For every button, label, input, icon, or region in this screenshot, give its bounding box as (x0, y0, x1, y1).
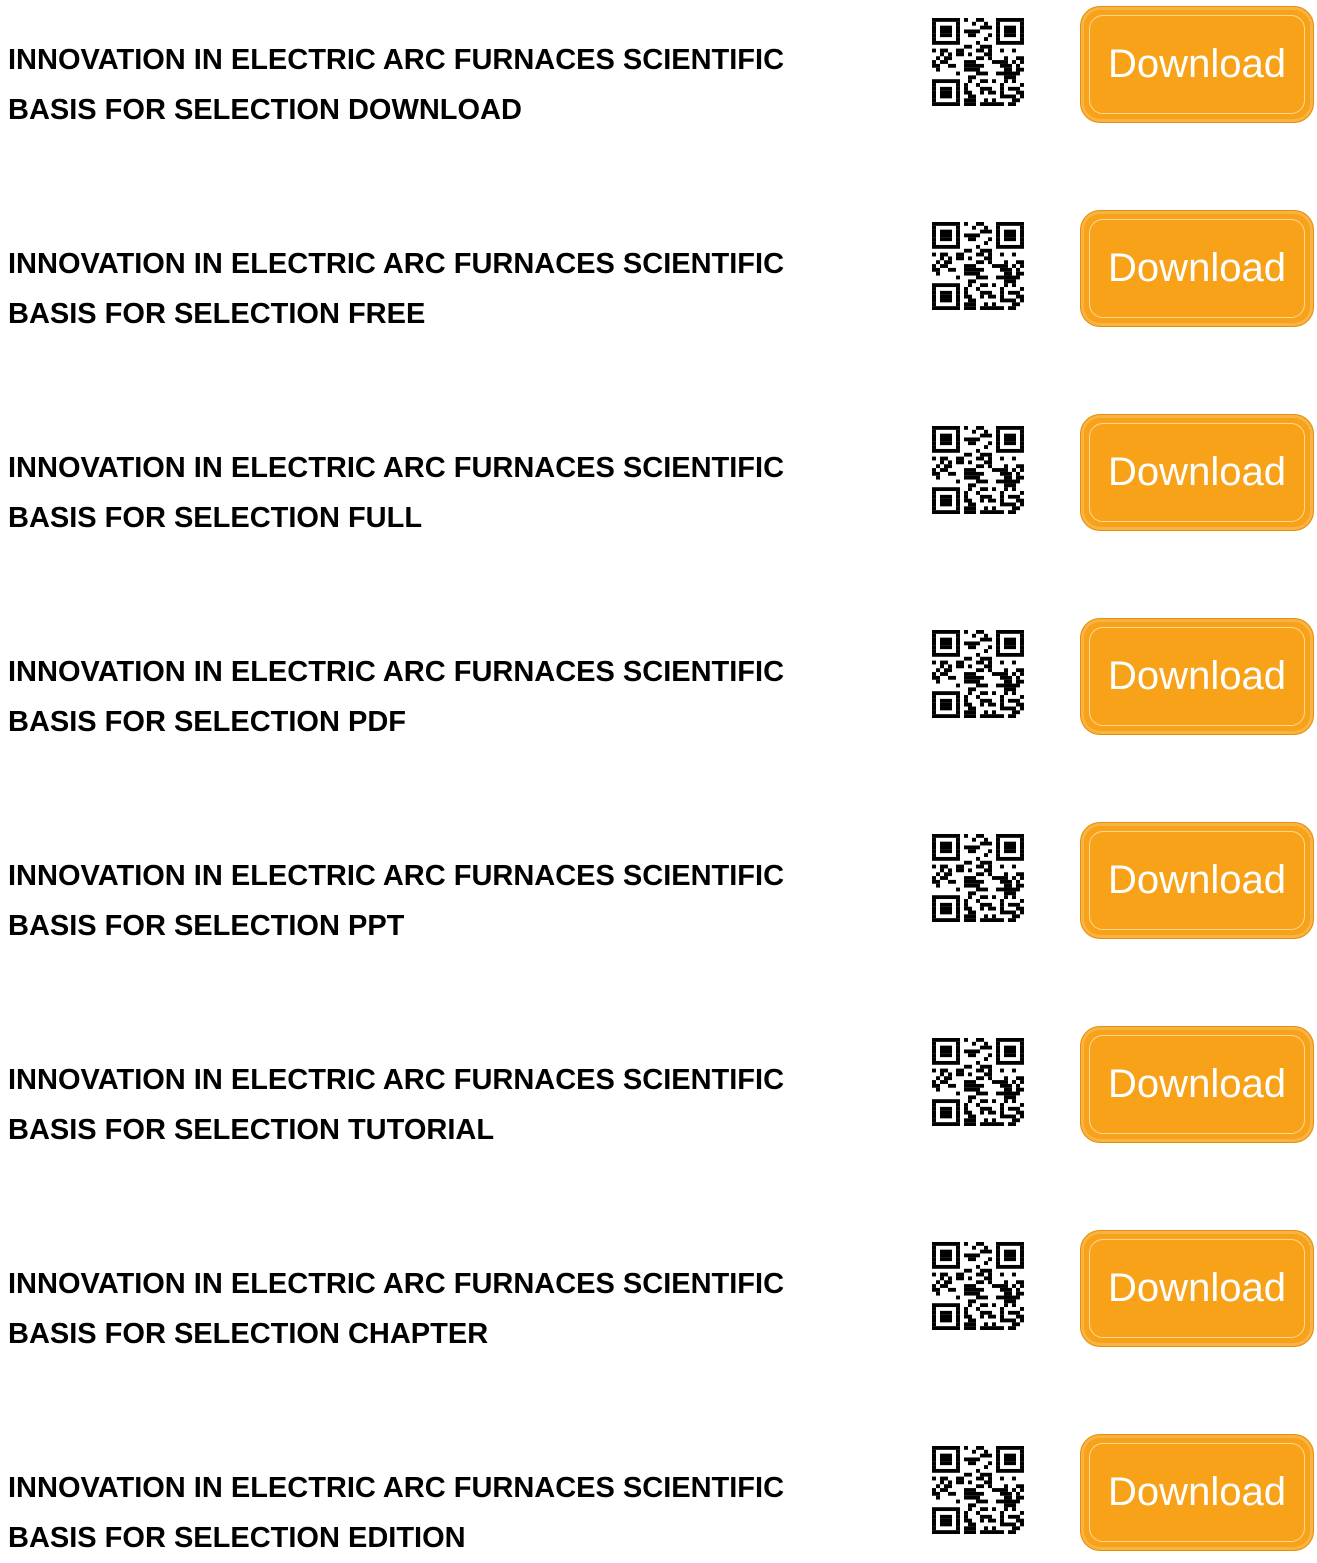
qr-code-icon (932, 222, 1024, 310)
download-button[interactable]: Download (1080, 1230, 1314, 1347)
item-title-line: BASIS FOR SELECTION TUTORIAL (8, 1114, 495, 1146)
item-title-line: BASIS FOR SELECTION FULL (8, 502, 423, 534)
item-title: INNOVATION IN ELECTRIC ARC FURNACES SCIE… (8, 239, 888, 339)
item-title-line: BASIS FOR SELECTION CHAPTER (8, 1318, 489, 1350)
item-title-line: BASIS FOR SELECTION PPT (8, 910, 405, 942)
qr-code-icon (932, 834, 1024, 922)
item-title-line: BASIS FOR SELECTION EDITION (8, 1522, 466, 1554)
list-item: INNOVATION IN ELECTRIC ARC FURNACES SCIE… (0, 0, 1317, 126)
item-title-line: INNOVATION IN ELECTRIC ARC FURNACES SCIE… (8, 1064, 785, 1096)
item-title-line: INNOVATION IN ELECTRIC ARC FURNACES SCIE… (8, 1268, 785, 1300)
item-title-line: INNOVATION IN ELECTRIC ARC FURNACES SCIE… (8, 656, 785, 688)
list-item: INNOVATION IN ELECTRIC ARC FURNACES SCIE… (0, 1020, 1317, 1146)
download-button-label: Download (1108, 1470, 1286, 1514)
qr-code-graphic (932, 426, 1024, 514)
download-button[interactable]: Download (1080, 1434, 1314, 1551)
download-button[interactable]: Download (1080, 1026, 1314, 1143)
item-title: INNOVATION IN ELECTRIC ARC FURNACES SCIE… (8, 1463, 888, 1563)
item-title-line: BASIS FOR SELECTION FREE (8, 298, 426, 330)
qr-code-icon (932, 1038, 1024, 1126)
list-item: INNOVATION IN ELECTRIC ARC FURNACES SCIE… (0, 408, 1317, 534)
download-button[interactable]: Download (1080, 822, 1314, 939)
download-button[interactable]: Download (1080, 210, 1314, 327)
item-title-line: INNOVATION IN ELECTRIC ARC FURNACES SCIE… (8, 44, 785, 76)
item-title-line: BASIS FOR SELECTION PDF (8, 706, 406, 738)
qr-code-graphic (932, 1446, 1024, 1534)
download-button[interactable]: Download (1080, 6, 1314, 123)
list-item: INNOVATION IN ELECTRIC ARC FURNACES SCIE… (0, 816, 1317, 942)
item-title-line: INNOVATION IN ELECTRIC ARC FURNACES SCIE… (8, 248, 785, 280)
list-item: INNOVATION IN ELECTRIC ARC FURNACES SCIE… (0, 1428, 1317, 1554)
download-button-label: Download (1108, 450, 1286, 494)
download-button-label: Download (1108, 42, 1286, 86)
download-button[interactable]: Download (1080, 618, 1314, 735)
list-item: INNOVATION IN ELECTRIC ARC FURNACES SCIE… (0, 612, 1317, 738)
download-button-label: Download (1108, 246, 1286, 290)
item-title: INNOVATION IN ELECTRIC ARC FURNACES SCIE… (8, 1055, 888, 1155)
item-title: INNOVATION IN ELECTRIC ARC FURNACES SCIE… (8, 443, 888, 543)
download-button-label: Download (1108, 858, 1286, 902)
qr-code-graphic (932, 18, 1024, 106)
item-title-line: INNOVATION IN ELECTRIC ARC FURNACES SCIE… (8, 860, 785, 892)
qr-code-graphic (932, 222, 1024, 310)
qr-code-icon (932, 18, 1024, 106)
item-title-line: INNOVATION IN ELECTRIC ARC FURNACES SCIE… (8, 452, 785, 484)
qr-code-icon (932, 630, 1024, 718)
list-item: INNOVATION IN ELECTRIC ARC FURNACES SCIE… (0, 204, 1317, 330)
download-button-label: Download (1108, 1062, 1286, 1106)
item-title: INNOVATION IN ELECTRIC ARC FURNACES SCIE… (8, 1259, 888, 1359)
qr-code-graphic (932, 1038, 1024, 1126)
qr-code-icon (932, 1242, 1024, 1330)
item-title-line: INNOVATION IN ELECTRIC ARC FURNACES SCIE… (8, 1472, 785, 1504)
item-title: INNOVATION IN ELECTRIC ARC FURNACES SCIE… (8, 647, 888, 747)
qr-code-graphic (932, 630, 1024, 718)
qr-code-graphic (932, 1242, 1024, 1330)
list-item: INNOVATION IN ELECTRIC ARC FURNACES SCIE… (0, 1224, 1317, 1350)
download-button-label: Download (1108, 1266, 1286, 1310)
qr-code-icon (932, 426, 1024, 514)
download-button-label: Download (1108, 654, 1286, 698)
item-title: INNOVATION IN ELECTRIC ARC FURNACES SCIE… (8, 851, 888, 951)
item-title-line: BASIS FOR SELECTION DOWNLOAD (8, 94, 522, 126)
item-title: INNOVATION IN ELECTRIC ARC FURNACES SCIE… (8, 35, 888, 135)
qr-code-icon (932, 1446, 1024, 1534)
download-button[interactable]: Download (1080, 414, 1314, 531)
qr-code-graphic (932, 834, 1024, 922)
